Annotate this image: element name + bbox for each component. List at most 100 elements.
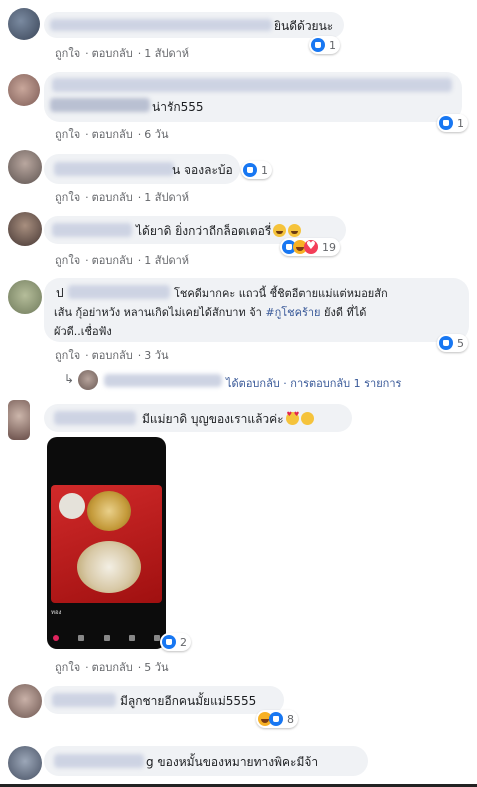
comment-actions: ถูกใจ · ตอบกลับ · 1 สัปดาห์ [55,251,191,269]
timestamp[interactable]: 5 วัน [144,661,168,674]
reaction-summary[interactable]: 19 [280,238,340,256]
reaction-summary[interactable]: 5 [437,334,468,352]
blurred-name [50,19,272,31]
timestamp[interactable]: 1 สัปดาห์ [144,47,189,60]
separator: · [137,47,142,60]
attached-photo[interactable]: ทอง [47,437,166,649]
comment-bubble: g ของหมั้นของหมายทางพิคะมีจ้า [44,746,368,776]
blurred-name [104,374,222,387]
view-replies-link[interactable]: ได้ตอบกลับ · การตอบกลับ 1 รายการ [226,374,401,392]
comment-bubble: มีลูกชายอีกคนมั้ยแม่5555 [44,686,284,714]
comment-text: น จองละบ้อ [172,163,233,177]
timestamp[interactable]: 6 วัน [144,128,168,141]
like-icon [439,336,453,350]
comment-text: มีแม่ยาดิ บุญของเราแล้วค่ะ [142,410,314,429]
blurred-text [50,98,150,112]
reply-button[interactable]: ตอบกลับ [92,349,133,362]
timestamp[interactable]: 1 สัปดาห์ [144,254,189,267]
reaction-count: 8 [287,712,294,726]
like-icon [243,163,257,177]
photo-gold [87,491,131,531]
like-button[interactable]: ถูกใจ [55,254,80,267]
blurred-name [52,78,452,92]
comment-bubble: ป โชคดีมากคะ แถวนี้ ชี้ชิตอีตายแม่แต่หมอ… [44,278,469,342]
reaction-summary[interactable]: 1 [309,36,340,54]
separator: · [85,191,89,204]
comment-bubble: มีแม่ยาดิ บุญของเราแล้วค่ะ [44,404,352,432]
blurred-name [52,693,116,707]
blurred-name [68,285,170,299]
comment-actions: ถูกใจ · ตอบกลับ · 1 สัปดาห์ [55,188,191,206]
blurred-name [54,411,136,425]
reaction-summary[interactable]: 2 [160,633,191,651]
avatar[interactable] [8,150,42,184]
reaction-summary[interactable]: 1 [241,161,272,179]
photo-cake [77,541,141,593]
separator: · [85,661,89,674]
reply-button[interactable]: ตอบกลับ [92,128,133,141]
reply-button[interactable]: ตอบกลับ [92,191,133,204]
separator: · [137,254,142,267]
laughing-emoji-icon [273,224,287,237]
photo-status-bar [47,445,166,453]
like-button[interactable]: ถูกใจ [55,128,80,141]
reply-arrow-icon: ↳ [64,372,75,386]
reaction-summary[interactable]: 8 [256,710,298,728]
like-icon [162,635,176,649]
photo-toolbar [53,635,160,641]
like-button[interactable]: ถูกใจ [55,47,80,60]
blurred-name [52,223,132,237]
avatar[interactable] [8,400,30,440]
reaction-count: 2 [180,635,187,649]
love-icon [304,239,318,254]
avatar[interactable] [8,684,42,718]
avatar[interactable] [8,746,42,780]
avatar[interactable] [8,212,42,246]
comment-text: น่ารัก555 [152,100,204,114]
comment-actions: ถูกใจ · ตอบกลับ · 6 วัน [55,125,170,143]
comment-text: เส้น กุ้อย่าหวัง หลานเกิดไม่เคยได้สักบาท… [54,306,367,319]
timestamp[interactable]: 1 สัปดาห์ [144,191,189,204]
comment-text: g ของหมั้นของหมายทางพิคะมีจ้า [146,755,319,769]
like-icon [269,712,283,726]
reaction-count: 1 [457,116,464,130]
heart-eyes-emoji-icon [285,411,299,425]
like-button[interactable]: ถูกใจ [55,191,80,204]
avatar[interactable] [78,370,98,390]
comment-bubble: น่ารัก555 [44,72,462,122]
separator: · [85,349,89,362]
comment-text: มีลูกชายอีกคนมั้ยแม่5555 [120,694,257,708]
comment-actions: ถูกใจ · ตอบกลับ · 3 วัน [55,346,170,364]
comment-bubble: ยินดีด้วยนะ [44,12,344,38]
reaction-count: 5 [457,336,464,350]
separator: · [85,254,89,267]
reply-button[interactable]: ตอบกลับ [92,661,133,674]
blurred-name [54,162,174,176]
comment-actions: ถูกใจ · ตอบกลับ · 5 วัน [55,658,170,676]
reply-button[interactable]: ตอบกลับ [92,254,133,267]
reaction-count: 19 [322,240,336,254]
separator: · [137,661,142,674]
like-icon [311,38,325,52]
avatar[interactable] [8,8,40,40]
comment-actions: ถูกใจ · ตอบกลับ · 1 สัปดาห์ [55,44,191,62]
reply-button[interactable]: ตอบกลับ [92,47,133,60]
comment-text: ได้ยาดิ ยิ่งกว่าถีกล็อตเตอรี่ [136,222,302,241]
reaction-summary[interactable]: 1 [437,114,468,132]
reaction-count: 1 [329,38,336,52]
like-button[interactable]: ถูกใจ [55,349,80,362]
comment-text: ผัวดี..เชื่อฟัง [54,325,112,338]
comment-text-prefix: ป [56,286,64,300]
kiss-emoji-icon [300,412,314,425]
separator: · [137,191,142,204]
like-button[interactable]: ถูกใจ [55,661,80,674]
blurred-name [54,754,144,768]
hashtag-link[interactable]: #กูโชคร้าย [265,306,320,319]
separator: · [137,128,142,141]
separator: · [85,128,89,141]
avatar[interactable] [8,280,42,314]
timestamp[interactable]: 3 วัน [144,349,168,362]
avatar[interactable] [8,74,40,106]
photo-caption: ทอง [51,609,62,616]
reaction-count: 1 [261,163,268,177]
